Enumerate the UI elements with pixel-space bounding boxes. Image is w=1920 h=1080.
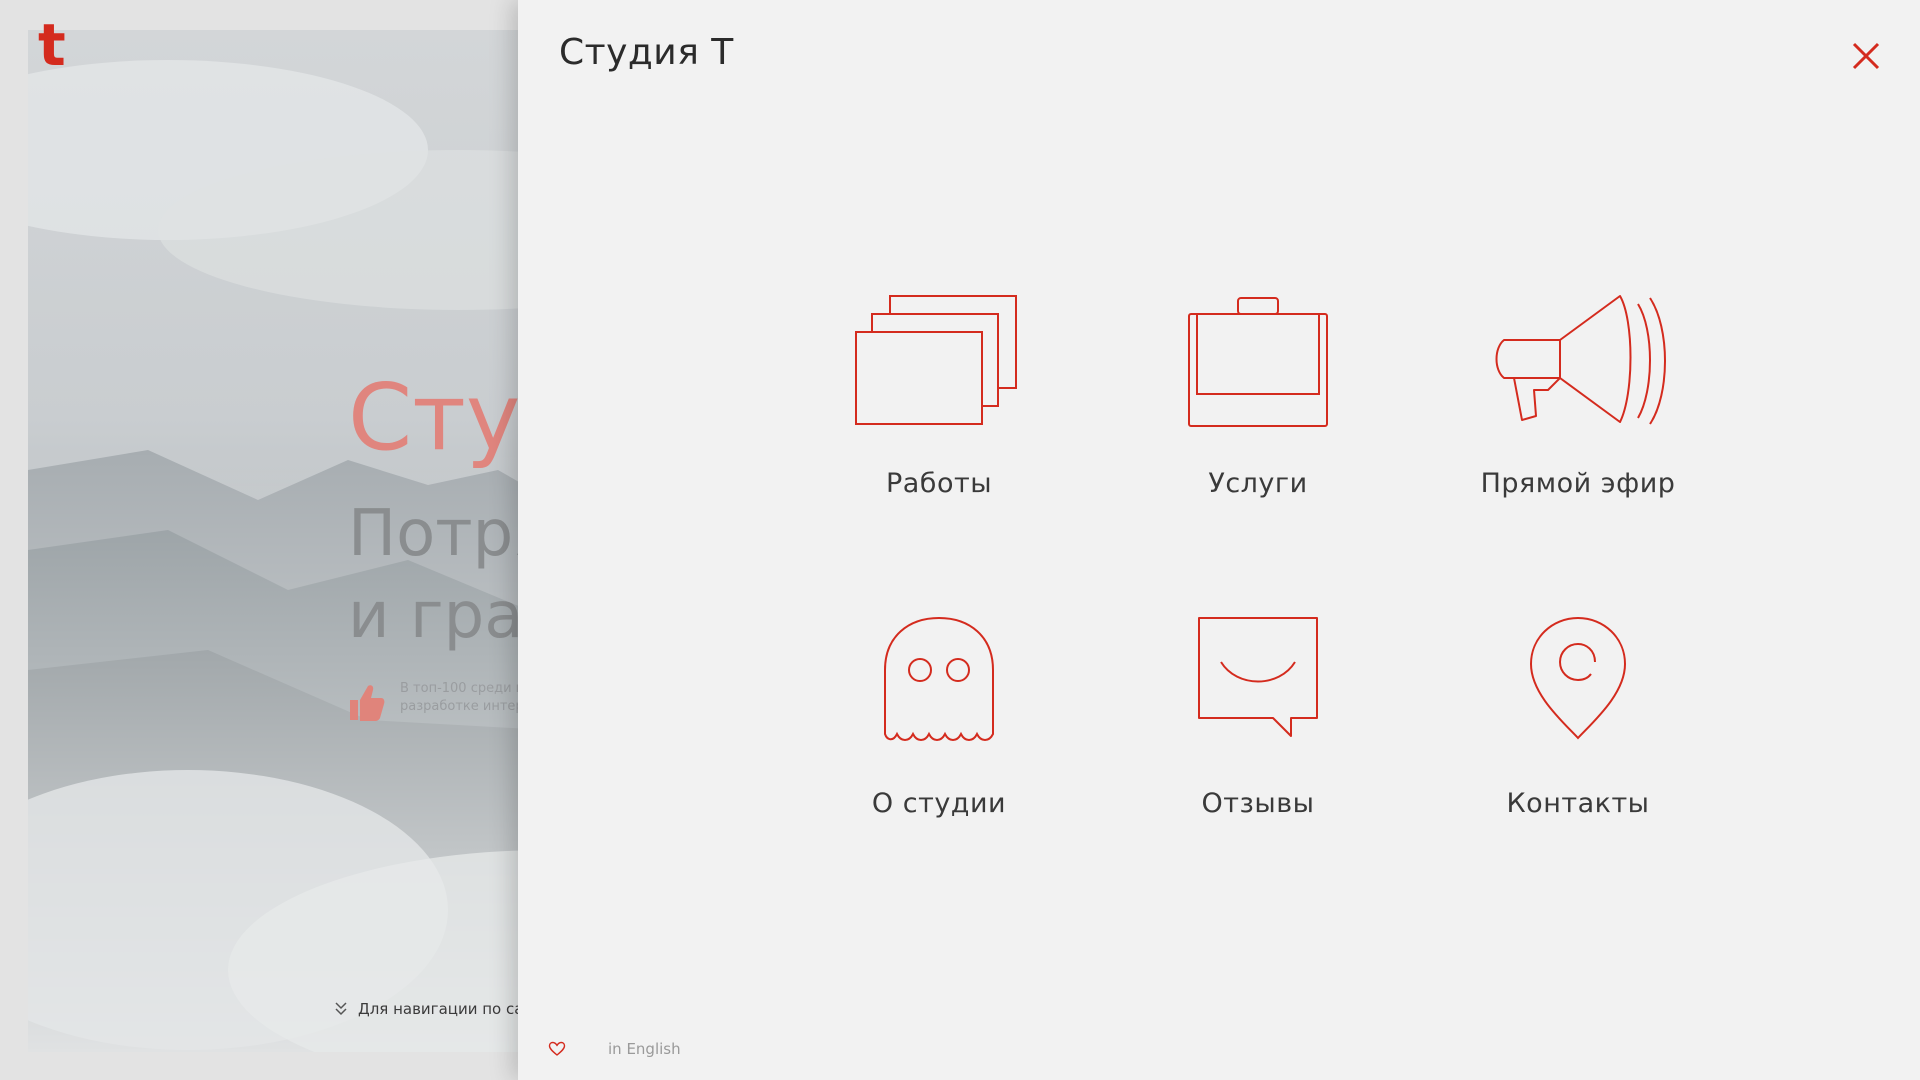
- menu-item-label: Контакты: [1506, 788, 1650, 819]
- menu-item-reviews[interactable]: Отзывы: [1138, 610, 1378, 850]
- language-switch-link[interactable]: in English: [608, 1040, 681, 1058]
- ghost-icon: [884, 616, 994, 741]
- award-badge: В топ-100 среди все разработке интерн: [346, 680, 539, 724]
- menu-item-about[interactable]: О студии: [819, 610, 1059, 850]
- menu-item-contacts[interactable]: Контакты: [1458, 610, 1698, 850]
- megaphone-icon: [1495, 295, 1666, 425]
- panel-footer: in English: [548, 1040, 681, 1058]
- badge-note-line2: разработке интерн: [400, 699, 533, 714]
- heart-icon[interactable]: [548, 1041, 566, 1057]
- menu-item-works[interactable]: Работы: [819, 290, 1059, 530]
- map-pin-icon: [1529, 616, 1627, 740]
- menu-item-label: Прямой эфир: [1480, 468, 1676, 499]
- site-logo[interactable]: t: [38, 16, 66, 74]
- menu-item-label: Услуги: [1208, 468, 1308, 499]
- menu-panel: Студия Т Работы Услуги Прямой эфир О сту…: [518, 0, 1920, 1080]
- menu-item-services[interactable]: Услуги: [1138, 290, 1378, 530]
- panel-title: Студия Т: [559, 32, 734, 73]
- briefcase-icon: [1188, 297, 1328, 427]
- speech-bubble-icon: [1198, 617, 1318, 737]
- menu-item-label: Работы: [885, 468, 993, 499]
- menu-item-label: О студии: [871, 788, 1007, 819]
- menu-item-label: Отзывы: [1201, 788, 1315, 819]
- close-icon[interactable]: [1850, 40, 1882, 72]
- double-chevron-down-icon: [335, 1002, 347, 1016]
- stacked-frames-icon: [855, 295, 1017, 425]
- thumbs-up-icon: [350, 685, 385, 721]
- menu-item-live[interactable]: Прямой эфир: [1458, 290, 1698, 530]
